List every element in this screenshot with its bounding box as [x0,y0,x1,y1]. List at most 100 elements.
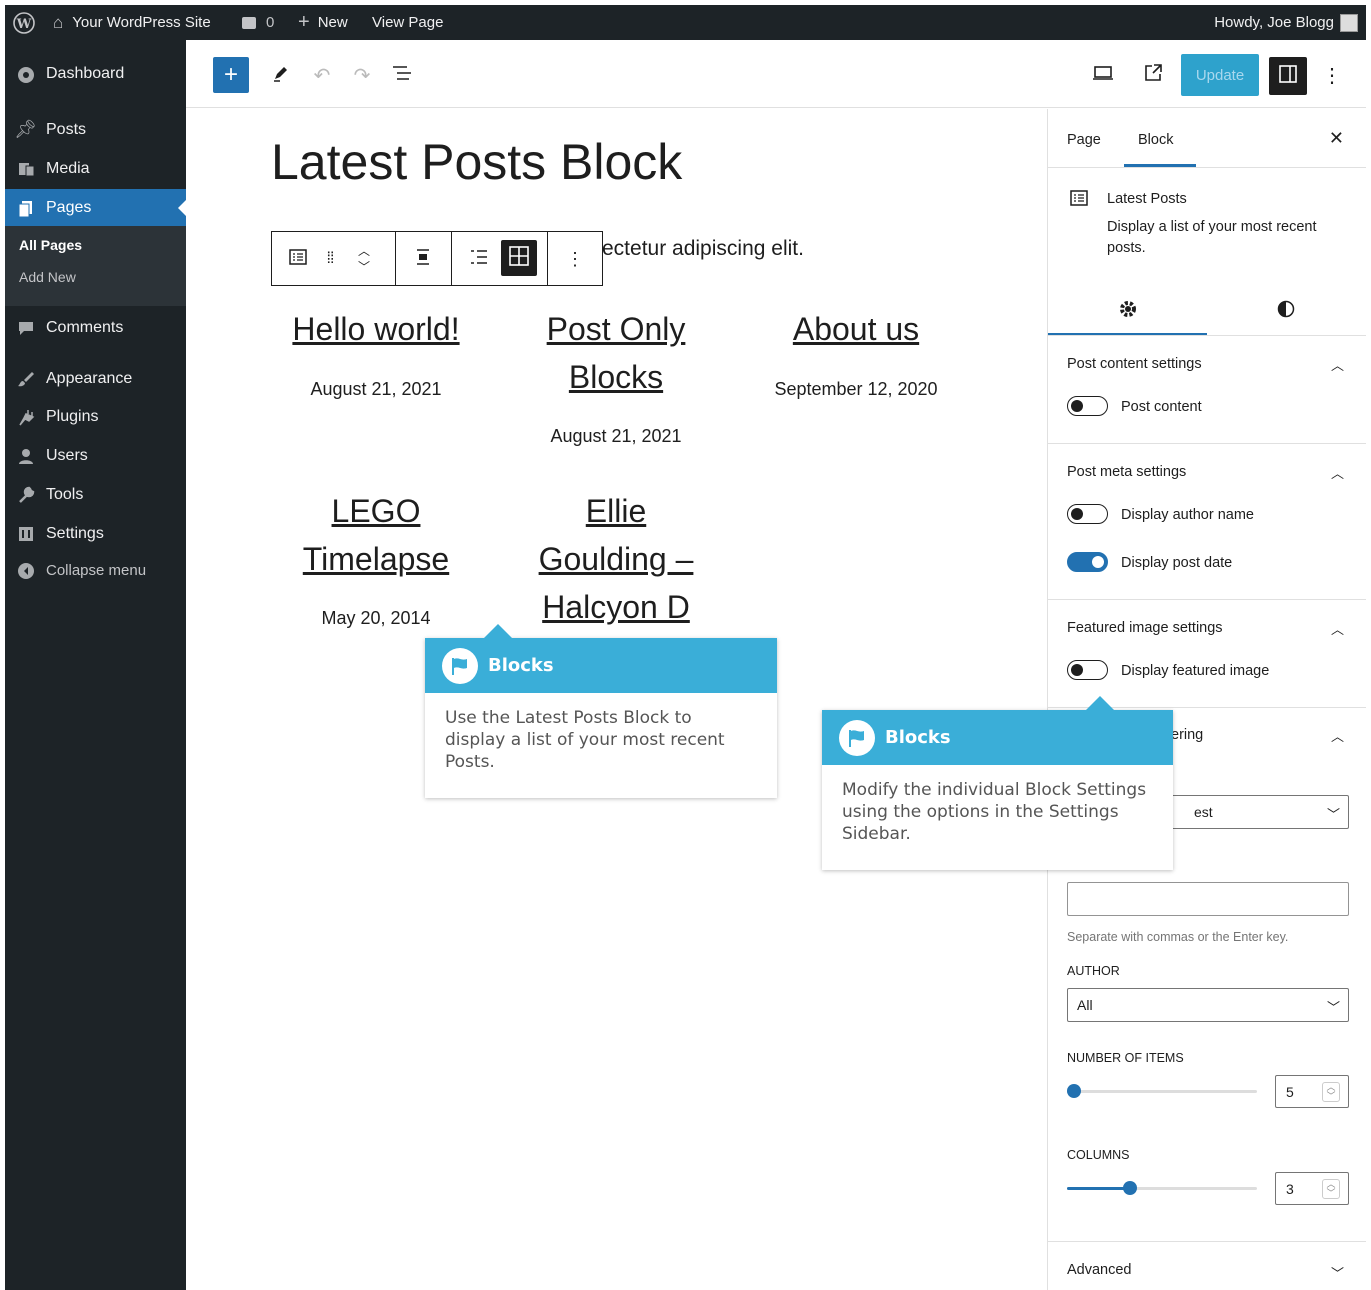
submenu-all-pages[interactable]: All Pages [19,237,82,253]
gear-icon[interactable] [1118,299,1138,324]
post-title-link[interactable]: About us [756,305,956,353]
block-options-button[interactable]: ⋮ [562,246,588,272]
sidebar-item-users[interactable]: Users [5,437,186,474]
align-center-icon [414,248,432,271]
pin-icon: 📌︎ [14,119,37,139]
preview-button[interactable] [1088,60,1118,90]
tooltip-arrow [484,624,512,638]
sidebar-item-label: Dashboard [46,64,125,82]
settings-toggle-button[interactable] [1269,57,1307,95]
divider [1048,335,1366,336]
featured-image-toggle[interactable] [1067,660,1108,680]
svg-text:W: W [16,17,32,32]
number-of-items-slider[interactable] [1067,1084,1257,1098]
columns-input[interactable]: 3 ︿ ﹀ [1275,1172,1349,1205]
sidebar-item-comments[interactable]: Comments [5,309,186,346]
sidebar-item-label: Settings [46,524,104,542]
wp-editor-window: W ⌂ Your WordPress Site 0 + New View Pag… [5,5,1366,1290]
toggle-label: Post content [1121,399,1202,415]
redo-button[interactable]: ↷ [347,60,377,90]
featured-image-settings-header[interactable]: Featured image settings [1067,620,1223,636]
post-title-link[interactable]: Post Only Blocks [521,305,711,401]
undo-button[interactable]: ↶ [307,60,337,90]
chevron-down-icon[interactable]: ﹀ [1331,1263,1344,1282]
sorting-filtering-header[interactable]: ering [1171,727,1203,743]
chevron-down-icon: ﹀ [1326,807,1340,822]
chevron-up-icon[interactable]: ︿ [1331,726,1344,745]
sidebar-item-plugins[interactable]: Plugins [5,398,186,435]
collapse-menu-button[interactable]: Collapse menu [5,552,186,589]
spinner-icon[interactable]: ︿ ﹀ [1322,1179,1340,1199]
sidebar-item-media[interactable]: Media [5,150,186,187]
tooltip-arrow [1086,696,1114,710]
number-of-items-input[interactable]: 5 ︿ ﹀ [1275,1075,1349,1108]
slider-thumb[interactable] [1067,1084,1081,1098]
grid-view-toggle[interactable] [501,240,537,276]
latest-posts-icon [289,248,307,271]
post-content-settings-header[interactable]: Post content settings [1067,356,1202,372]
latest-posts-icon [1070,189,1088,212]
plus-icon: + [223,61,238,88]
sidebar-item-posts[interactable]: 📌︎ Posts [5,111,186,148]
close-icon[interactable]: ✕ [1329,128,1344,149]
comment-icon [5,319,46,337]
sidebar-item-label: Plugins [46,407,99,425]
options-button[interactable]: ⋮ [1322,60,1342,90]
post-title-link[interactable]: Hello world! [276,305,476,353]
tab-block[interactable]: Block [1138,132,1173,148]
page-title[interactable]: Latest Posts Block [271,133,682,191]
columns-value: 3 [1286,1180,1294,1197]
block-toolbar: ⁞⁞ ︿ ﹀ ⋮ [271,231,603,286]
list-view-button[interactable] [388,60,418,90]
slider-thumb[interactable] [1123,1181,1137,1195]
sidebar-item-appearance[interactable]: Appearance [5,360,186,397]
chevron-up-icon[interactable]: ︿ [1331,463,1344,482]
align-button[interactable] [409,246,437,272]
author-name-toggle[interactable] [1067,504,1108,524]
sidebar-item-label: Comments [46,318,124,336]
add-block-button[interactable]: + [213,57,249,93]
author-label: AUTHOR [1067,964,1120,978]
sidebar-item-settings[interactable]: Settings [5,515,186,552]
block-type-button[interactable] [284,246,312,272]
tab-page[interactable]: Page [1067,132,1101,148]
comments-link[interactable]: 0 [242,5,274,40]
editor-toolbar: + ↶ ↷ Update ⋮ [186,40,1366,108]
redo-icon: ↷ [353,64,371,87]
advanced-header[interactable]: Advanced [1067,1262,1132,1278]
chevron-up-icon[interactable]: ︿ [1331,355,1344,374]
move-buttons[interactable]: ︿ ﹀ [352,238,376,280]
list-icon [469,248,489,271]
sidebar-item-dashboard[interactable]: Dashboard [5,55,186,92]
site-name-link[interactable]: ⌂ Your WordPress Site [53,5,211,40]
sidebar-item-pages[interactable]: Pages [5,189,186,226]
post-meta-settings-header[interactable]: Post meta settings [1067,464,1186,480]
spinner-icon[interactable]: ︿ ﹀ [1322,1082,1340,1102]
collapse-menu-label: Collapse menu [46,562,147,579]
avatar [1340,13,1358,32]
wordpress-logo-icon[interactable]: W [13,5,35,40]
columns-slider[interactable] [1067,1181,1257,1195]
new-label: New [317,14,348,31]
chevron-up-icon[interactable]: ︿ [1331,619,1344,638]
author-select[interactable]: All ﹀ [1067,988,1349,1022]
drag-handle[interactable]: ⁞⁞ [320,246,340,272]
view-page-link[interactable]: View Page [372,5,443,40]
categories-input[interactable] [1067,882,1349,916]
post-title-link[interactable]: Ellie Goulding – Halcyon D [521,487,711,637]
update-button[interactable]: Update [1181,54,1259,96]
my-account-link[interactable]: Howdy, Joe Blogg [1214,5,1358,40]
user-icon [5,447,46,465]
view-post-button[interactable] [1138,60,1168,90]
new-content-link[interactable]: + New [298,5,348,40]
tools-button[interactable] [266,60,296,90]
post-content-toggle[interactable] [1067,396,1108,416]
submenu-add-new[interactable]: Add New [19,269,76,285]
tooltip-latest-posts: Blocks Use the Latest Posts Block to dis… [425,624,777,798]
styles-icon[interactable] [1277,300,1295,323]
sidebar-item-tools[interactable]: Tools [5,476,186,513]
post-title-link[interactable]: LEGO Timelapse [276,487,476,583]
paragraph-text[interactable]: ectetur adipiscing elit. [602,237,804,261]
post-date-toggle[interactable] [1067,552,1108,572]
list-view-toggle[interactable] [465,246,493,272]
